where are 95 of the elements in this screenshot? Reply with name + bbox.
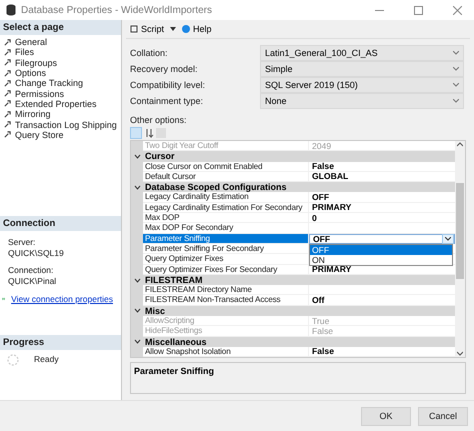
property-value: False: [312, 346, 334, 357]
section-header: Select a page: [0, 20, 121, 35]
dropdown-arrow-icon[interactable]: [170, 27, 176, 31]
script-button[interactable]: Script: [128, 24, 166, 34]
caret-icon: [453, 51, 459, 55]
scroll-up-icon[interactable]: [457, 141, 463, 149]
wrench-icon: [4, 38, 11, 46]
caret-icon: [453, 67, 459, 71]
dropdown-field[interactable]: None: [260, 93, 464, 109]
property-value: PRIMARY: [312, 202, 352, 213]
dropdown-option[interactable]: ON: [310, 254, 452, 265]
category-header: Database Scoped Configurations: [143, 182, 455, 192]
dropdown-field[interactable]: Latin1_General_100_CI_AS: [260, 45, 464, 61]
property-name[interactable]: Max DOP: [143, 213, 309, 224]
sidebar-item[interactable]: Mirroring: [0, 109, 121, 120]
dropdown-button[interactable]: [442, 234, 454, 244]
wrench-icon: [4, 121, 11, 128]
wrench-icon: [4, 59, 11, 66]
server-label: Server:: [8, 237, 36, 247]
property-name[interactable]: Parameter Sniffing: [143, 234, 309, 244]
dropdown-field[interactable]: SQL Server 2019 (150): [260, 77, 464, 93]
other-options-label: Other options:: [130, 115, 187, 125]
category-header: Misc: [143, 306, 455, 316]
property-value: 2049: [312, 140, 332, 151]
database-icon: [6, 4, 16, 16]
chevron-icon[interactable]: [134, 339, 140, 344]
sidebar-item[interactable]: General: [0, 37, 121, 48]
property-value: 0: [312, 212, 317, 223]
wrench-icon: [4, 110, 11, 118]
property-value: Off: [312, 294, 324, 306]
connection-name: QUICK\Pinal: [8, 276, 58, 286]
help-button[interactable]: Help: [180, 24, 214, 34]
property-name[interactable]: Query Optimizer Fixes: [143, 254, 309, 265]
wrench-icon: [4, 131, 11, 138]
sidebar-item[interactable]: Extended Properties: [0, 98, 121, 110]
description-title: Parameter Sniffing: [134, 366, 214, 376]
sidebar-item[interactable]: Change Tracking: [0, 78, 121, 88]
help-icon: [182, 25, 190, 33]
category-header: Cursor: [143, 151, 455, 162]
property-name[interactable]: Parameter Sniffing For Secondary: [143, 244, 309, 254]
wrench-icon: [4, 90, 11, 98]
field-label: Containment type:: [130, 96, 204, 106]
scroll-down-icon[interactable]: [457, 349, 463, 358]
sidebar-item[interactable]: Filegroups: [0, 58, 121, 68]
window-title: Database Properties - WideWorldImporters: [21, 4, 213, 16]
chevron-icon[interactable]: [134, 154, 140, 159]
wrench-icon: [4, 80, 11, 87]
property-value: GLOBAL: [312, 171, 348, 182]
progress-status: Ready: [34, 354, 59, 366]
property-value: False: [312, 161, 334, 172]
section-header: Connection: [0, 216, 121, 231]
chevron-icon[interactable]: [134, 184, 140, 190]
sidebar-item[interactable]: Transaction Log Shipping: [0, 119, 121, 130]
field-label: Compatibility level:: [130, 80, 206, 90]
ok-button[interactable]: OK: [361, 406, 411, 426]
field-label: Recovery model:: [130, 64, 199, 74]
section-header: Progress: [0, 335, 121, 350]
dropdown-option[interactable]: OFF: [310, 244, 452, 255]
property-name[interactable]: Close Cursor on Commit Enabled: [143, 162, 309, 172]
wrench-icon: [4, 70, 11, 77]
caret-icon: [445, 236, 451, 241]
property-value: True: [312, 316, 330, 326]
chevron-icon[interactable]: [134, 278, 140, 282]
category-header: Miscellaneous: [143, 336, 455, 347]
server-name: QUICK\SQL19: [8, 248, 65, 258]
property-value: OFF: [312, 192, 330, 202]
property-value: False: [312, 326, 334, 336]
cancel-button[interactable]: Cancel: [418, 406, 468, 426]
sidebar-item[interactable]: Options: [0, 68, 121, 78]
sidebar-item[interactable]: Files: [0, 47, 121, 58]
dropdown-field[interactable]: Simple: [260, 61, 464, 77]
field-label: Collation:: [130, 48, 169, 58]
script-icon: [130, 25, 138, 33]
category-header: FILESTREAM: [143, 274, 455, 286]
property-name[interactable]: Allow Snapshot Isolation: [143, 346, 309, 358]
view-connection-properties-link[interactable]: View connection properties: [11, 294, 113, 304]
wrench-icon: [4, 48, 11, 56]
connection-label: Connection:: [8, 265, 54, 275]
chevron-icon[interactable]: [134, 308, 140, 314]
property-value: PRIMARY: [312, 264, 352, 274]
caret-icon: [453, 99, 459, 103]
property-name[interactable]: Legacy Cardinality Estimation: [143, 192, 309, 203]
scrollbar[interactable]: [455, 141, 465, 358]
sidebar-item[interactable]: Permissions: [0, 88, 121, 99]
wrench-icon: [4, 100, 11, 108]
sort-icon[interactable]: [144, 128, 154, 138]
scroll-thumb[interactable]: [456, 183, 464, 279]
caret-icon: [453, 83, 459, 87]
property-name[interactable]: Legacy Cardinality Estimation For Secondary: [143, 202, 309, 214]
property-value: OFF: [313, 234, 330, 244]
close-icon: [452, 6, 462, 14]
property-name[interactable]: FILESTREAM Directory Name: [143, 285, 309, 296]
spinner-icon: [7, 354, 19, 366]
maximize-icon: [414, 6, 422, 14]
sidebar-item[interactable]: Query Store: [0, 130, 121, 140]
